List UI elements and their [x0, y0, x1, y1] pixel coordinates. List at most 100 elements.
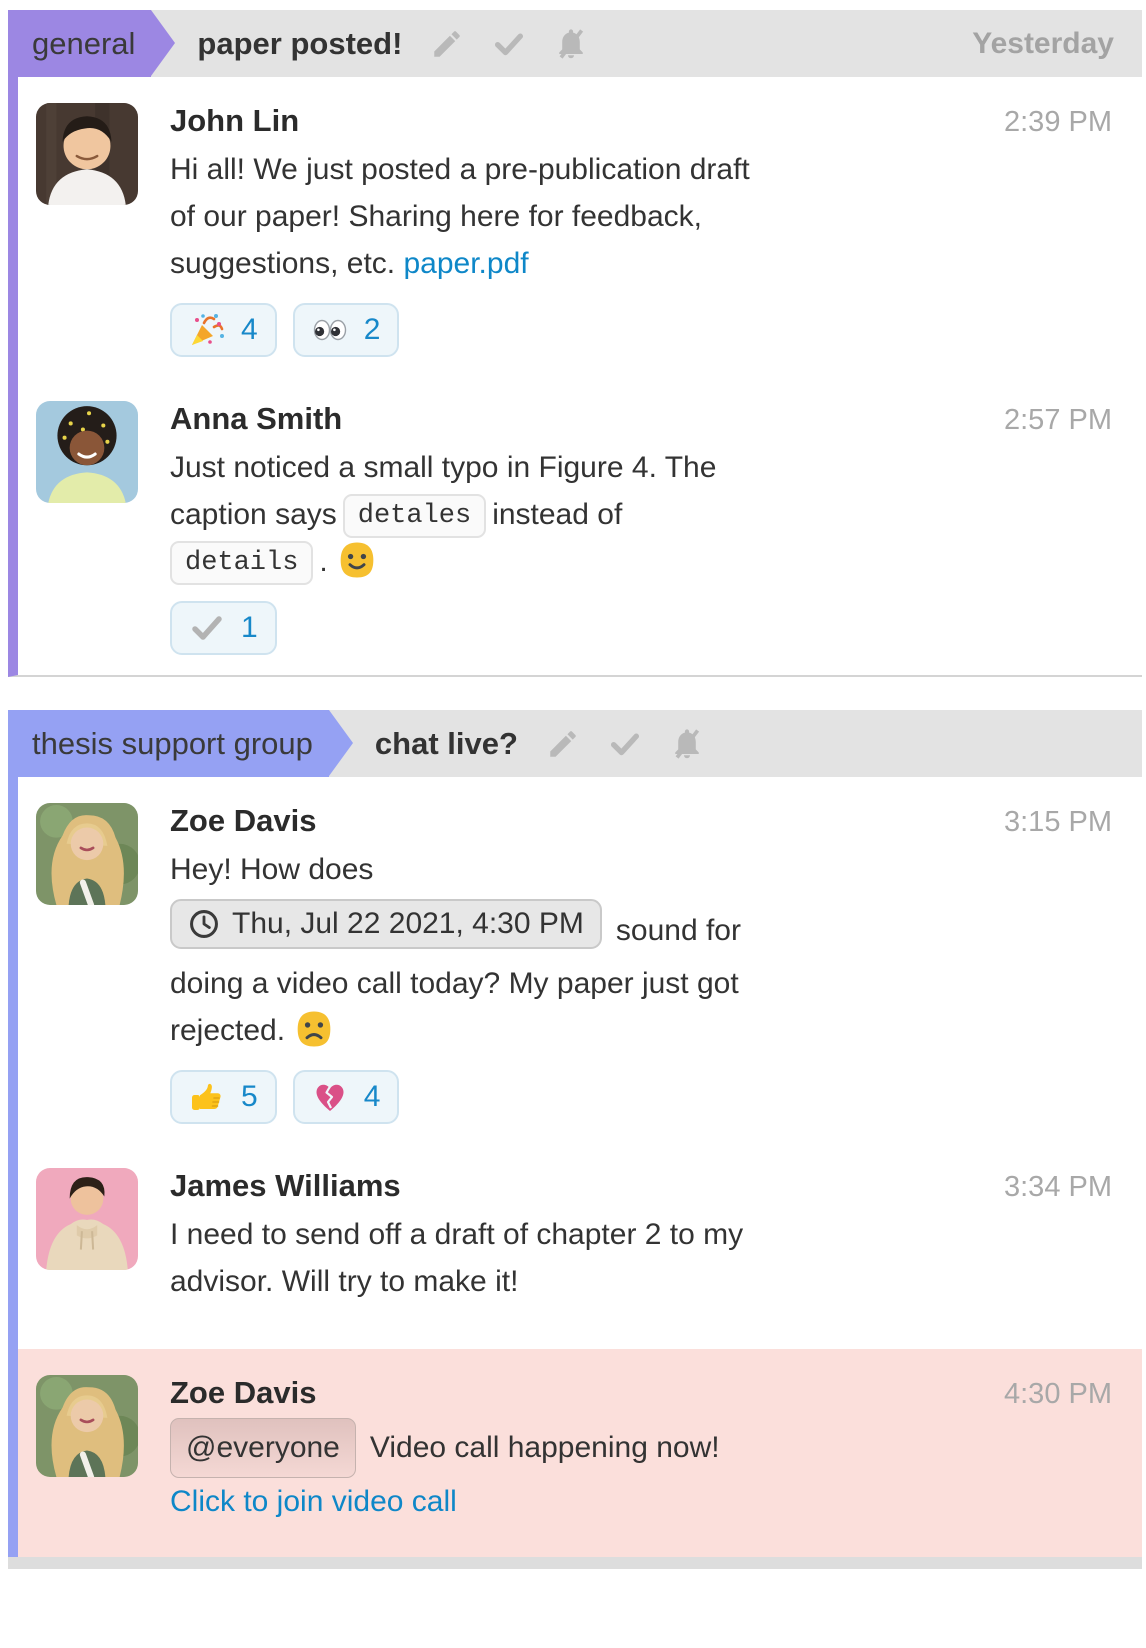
message-feed: general paper posted! Yesterday: [0, 0, 1146, 1569]
avatar-image: [36, 401, 138, 503]
check-icon: [608, 727, 642, 761]
message-text: details.: [170, 538, 1112, 585]
message-text-segment: sound for: [616, 914, 741, 947]
message-text: advisor. Will try to make it!: [170, 1258, 1112, 1305]
message-text: suggestions, etc. paper.pdf: [170, 240, 1112, 287]
avatar-james-williams[interactable]: [36, 1168, 138, 1270]
message-header: John Lin 2:39 PM: [170, 103, 1112, 139]
avatar-image: [36, 103, 138, 205]
avatar-zoe-davis[interactable]: [36, 1375, 138, 1477]
message-timestamp: 3:15 PM: [1004, 806, 1112, 839]
message-zoe-davis-2-mention: Zoe Davis 4:30 PM @everyone Video call ha…: [18, 1349, 1142, 1557]
resolve-topic-button[interactable]: [492, 27, 526, 61]
date-label: Yesterday: [972, 27, 1142, 61]
time-pill: Thu, Jul 22 2021, 4:30 PM: [170, 899, 602, 949]
pencil-icon: [546, 727, 580, 761]
message-text-segment: suggestions, etc.: [170, 247, 395, 280]
paper-pdf-link[interactable]: paper.pdf: [403, 247, 528, 280]
message-text: Hey! How does: [170, 846, 1112, 893]
stream-name-label: thesis support group: [32, 726, 313, 762]
message-text: Just noticed a small typo in Figure 4. T…: [170, 444, 1112, 491]
message-text: caption saysdetalesinstead of: [170, 491, 1112, 538]
stream-arrow: [329, 710, 353, 776]
avatar-anna-smith[interactable]: [36, 401, 138, 503]
message-james-williams: James Williams 3:34 PM I need to send of…: [18, 1168, 1142, 1305]
section-gap: [8, 677, 1142, 710]
reaction-eyes[interactable]: 2: [293, 303, 400, 357]
resolve-topic-button[interactable]: [608, 727, 642, 761]
join-video-call-link[interactable]: Click to join video call: [170, 1485, 457, 1518]
message-text: I need to send off a draft of chapter 2 …: [170, 1211, 1112, 1258]
message-john-lin: John Lin 2:39 PM Hi all! We just posted …: [18, 103, 1142, 357]
message-content: Zoe Davis 3:15 PM Hey! How does Thu, Jul…: [170, 803, 1112, 1124]
message-text-segment: rejected.: [170, 1014, 285, 1047]
message-text-segment: .: [319, 545, 327, 578]
reaction-broken-heart[interactable]: 4: [293, 1070, 400, 1124]
sender-name[interactable]: Zoe Davis: [170, 803, 316, 839]
recipient-bar: general paper posted! Yesterday: [8, 10, 1142, 77]
reaction-thumbs-up[interactable]: 5: [170, 1070, 277, 1124]
sender-name[interactable]: Anna Smith: [170, 401, 342, 437]
topic-title[interactable]: paper posted!: [197, 26, 402, 62]
message-text: doing a video call today? My paper just …: [170, 960, 1112, 1007]
avatar-image: [36, 1375, 138, 1477]
avatar-image: [36, 803, 138, 905]
reaction-count: 1: [241, 611, 258, 645]
check-icon: [492, 27, 526, 61]
message-text: Click to join video call: [170, 1478, 1112, 1525]
message-text: Hi all! We just posted a pre-publication…: [170, 146, 1112, 193]
message-body: Just noticed a small typo in Figure 4. T…: [170, 444, 1112, 585]
message-body: Hey! How does Thu, Jul 22 2021, 4:30 PM s…: [170, 846, 1112, 1054]
message-content: John Lin 2:39 PM Hi all! We just posted …: [170, 103, 1112, 357]
message-content: Anna Smith 2:57 PM Just noticed a small …: [170, 401, 1112, 655]
stream-name-thesis[interactable]: thesis support group: [8, 710, 329, 777]
message-header: Anna Smith 2:57 PM: [170, 401, 1112, 437]
bottom-divider: [8, 1557, 1142, 1569]
sender-name[interactable]: John Lin: [170, 103, 299, 139]
message-timestamp: 3:34 PM: [1004, 1171, 1112, 1204]
avatar-zoe-davis[interactable]: [36, 803, 138, 905]
bell-slash-icon: [670, 727, 704, 761]
topic-title[interactable]: chat live?: [375, 726, 518, 762]
time-pill-label: Thu, Jul 22 2021, 4:30 PM: [232, 904, 584, 944]
message-header: Zoe Davis 3:15 PM: [170, 803, 1112, 839]
reactions-row: 4 2: [170, 303, 1112, 357]
topic-thread-thesis: thesis support group chat live?: [8, 710, 1142, 1557]
sender-name[interactable]: Zoe Davis: [170, 1375, 316, 1411]
avatar-john-lin[interactable]: [36, 103, 138, 205]
stream-name-label: general: [32, 26, 135, 62]
reaction-tada[interactable]: 4: [170, 303, 277, 357]
thumbs-up-emoji-icon: [189, 1079, 225, 1115]
mute-topic-button[interactable]: [670, 727, 704, 761]
reaction-count: 4: [364, 1080, 381, 1114]
slight-smile-emoji-icon: [336, 539, 378, 581]
stream-name-general[interactable]: general: [8, 10, 151, 77]
reaction-count: 2: [364, 313, 381, 347]
message-timestamp: 4:30 PM: [1004, 1378, 1112, 1411]
sender-name[interactable]: James Williams: [170, 1168, 401, 1204]
edit-topic-button[interactable]: [546, 727, 580, 761]
tada-emoji-icon: [189, 312, 225, 348]
message-content: James Williams 3:34 PM I need to send of…: [170, 1168, 1112, 1305]
message-text: Thu, Jul 22 2021, 4:30 PM sound for: [170, 899, 1112, 954]
message-text-segment: Video call happening now!: [370, 1431, 720, 1464]
mute-topic-button[interactable]: [554, 27, 588, 61]
frown-emoji-icon: [293, 1008, 335, 1050]
reaction-check[interactable]: 1: [170, 601, 277, 655]
message-content: Zoe Davis 4:30 PM @everyone Video call ha…: [170, 1375, 1112, 1525]
message-anna-smith: Anna Smith 2:57 PM Just noticed a small …: [18, 401, 1142, 655]
reactions-row: 1: [170, 601, 1112, 655]
message-header: James Williams 3:34 PM: [170, 1168, 1112, 1204]
edit-topic-button[interactable]: [430, 27, 464, 61]
check-emoji-icon: [189, 610, 225, 646]
recipient-bar: thesis support group chat live?: [8, 710, 1142, 777]
message-text-segment: caption says: [170, 498, 337, 531]
message-text-segment: instead of: [492, 498, 622, 531]
stream-arrow: [151, 10, 175, 76]
everyone-mention-pill: @everyone: [170, 1418, 356, 1478]
message-body: Hi all! We just posted a pre-publication…: [170, 146, 1112, 287]
message-timestamp: 2:57 PM: [1004, 404, 1112, 437]
inline-code: details: [170, 541, 313, 585]
message-list: John Lin 2:39 PM Hi all! We just posted …: [8, 77, 1142, 677]
inline-code: detales: [343, 494, 486, 538]
